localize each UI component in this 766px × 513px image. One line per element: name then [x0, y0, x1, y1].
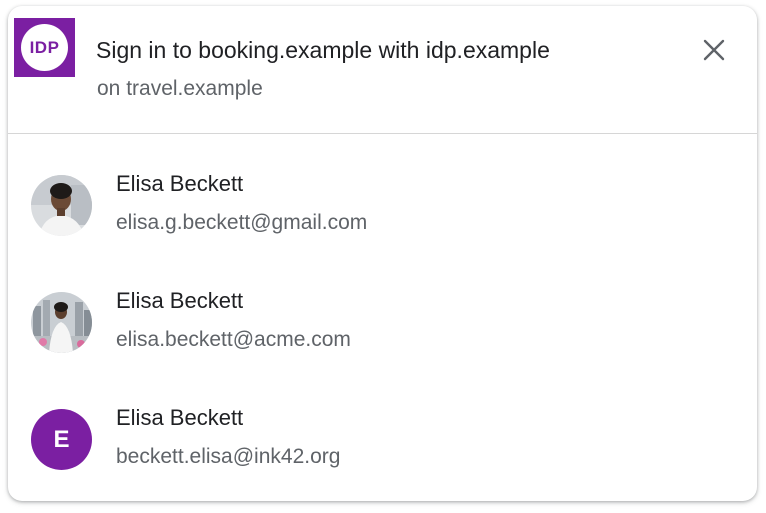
avatar-letter: E — [31, 409, 92, 470]
idp-logo: IDP — [14, 18, 75, 77]
idp-logo-text: IDP — [21, 24, 68, 71]
account-email: elisa.beckett@acme.com — [116, 328, 351, 351]
account-name: Elisa Beckett — [116, 405, 244, 430]
close-button[interactable] — [698, 34, 730, 66]
avatar — [31, 175, 92, 236]
dialog-title: Sign in to booking.example with idp.exam… — [96, 37, 550, 63]
account-email: beckett.elisa@ink42.org — [116, 445, 341, 468]
dialog-header: IDP Sign in to booking.example with idp.… — [8, 6, 757, 134]
account-name: Elisa Beckett — [116, 171, 244, 196]
dialog-subtitle: on travel.example — [97, 77, 263, 100]
close-icon — [703, 39, 725, 61]
account-chooser-dialog: IDP Sign in to booking.example with idp.… — [8, 6, 757, 501]
account-item[interactable]: E Elisa Beckett beckett.elisa@ink42.org — [8, 369, 757, 486]
account-item[interactable]: Elisa Beckett elisa.beckett@acme.com — [8, 252, 757, 369]
account-name: Elisa Beckett — [116, 288, 244, 313]
account-email: elisa.g.beckett@gmail.com — [116, 211, 368, 234]
account-item[interactable]: Elisa Beckett elisa.g.beckett@gmail.com — [8, 135, 757, 252]
avatar — [31, 292, 92, 353]
account-list: Elisa Beckett elisa.g.beckett@gmail.com — [8, 135, 757, 486]
